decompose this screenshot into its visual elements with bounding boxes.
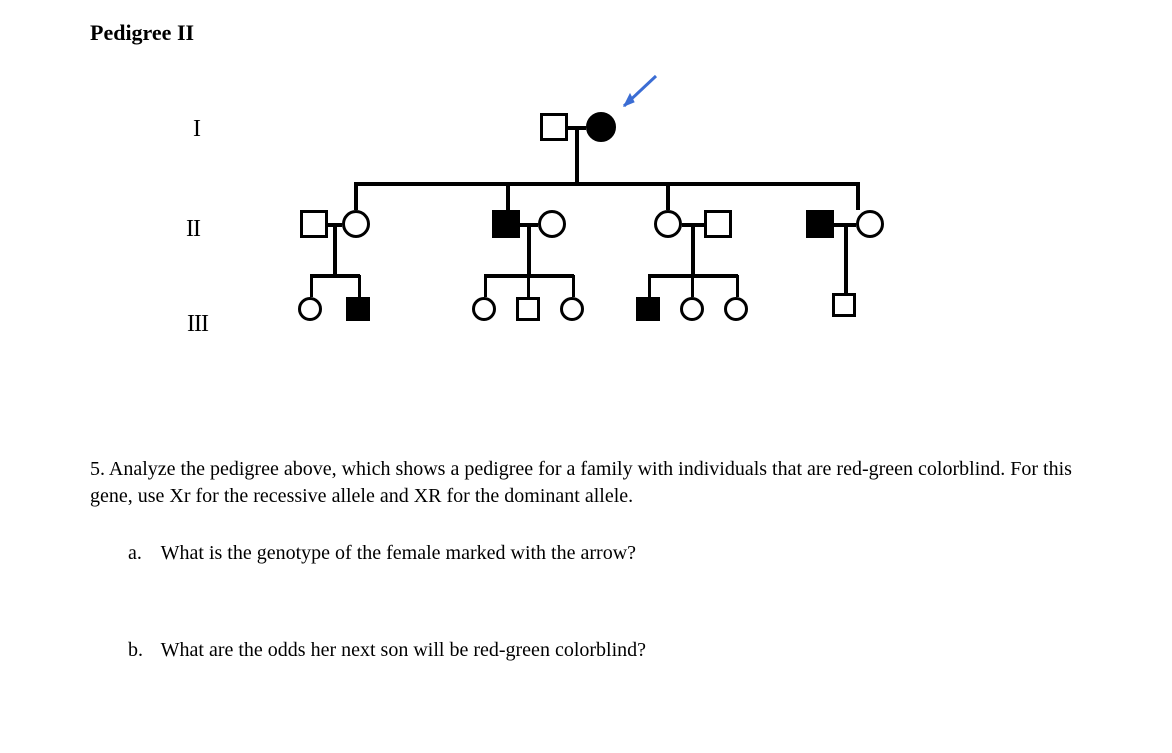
pedigree-female-unaffected xyxy=(472,297,496,321)
sub-b-letter: b. xyxy=(128,637,156,664)
sub-a-text: What is the genotype of the female marke… xyxy=(161,542,636,564)
pedigree-male-unaffected xyxy=(300,210,328,238)
sub-b-text: What are the odds her next son will be r… xyxy=(161,639,646,661)
pedigree-female-unaffected xyxy=(342,210,370,238)
pedigree-male-unaffected xyxy=(540,113,568,141)
generation-label-2: II xyxy=(170,216,200,243)
pedigree-male-unaffected xyxy=(516,297,540,321)
sub-a-letter: a. xyxy=(128,540,156,567)
pedigree-connector xyxy=(844,227,848,293)
document-page: Pedigree II I II III xyxy=(0,0,1172,753)
pedigree-connector xyxy=(354,183,358,210)
pedigree-connector xyxy=(506,183,510,210)
pedigree-connector xyxy=(648,275,651,297)
pedigree-female-unaffected xyxy=(680,297,704,321)
pedigree-female-unaffected xyxy=(560,297,584,321)
pedigree-female-unaffected xyxy=(538,210,566,238)
pedigree-title: Pedigree II xyxy=(90,20,1132,46)
sub-questions: a. What is the genotype of the female ma… xyxy=(128,540,1090,664)
pedigree-female-unaffected xyxy=(856,210,884,238)
pedigree-connector xyxy=(310,275,313,297)
pedigree-connector xyxy=(484,275,487,297)
pedigree-male-affected xyxy=(636,297,660,321)
pedigree-connector xyxy=(354,182,860,186)
pedigree-connector xyxy=(666,183,670,210)
pedigree-connector xyxy=(572,275,575,297)
pedigree-connector xyxy=(575,130,579,182)
sub-question-a: a. What is the genotype of the female ma… xyxy=(128,540,1090,567)
pedigree-male-affected xyxy=(806,210,834,238)
pedigree-female-unaffected xyxy=(654,210,682,238)
pedigree-connector xyxy=(310,274,360,278)
question-block: 5. Analyze the pedigree above, which sho… xyxy=(90,456,1090,664)
question-text: Analyze the pedigree above, which shows … xyxy=(90,458,1072,507)
pedigree-male-affected xyxy=(492,210,520,238)
sub-question-b: b. What are the odds her next son will b… xyxy=(128,637,1090,664)
proband-arrow-icon xyxy=(610,70,670,120)
pedigree-diagram: I II III xyxy=(170,76,1070,406)
pedigree-connector xyxy=(736,275,739,297)
pedigree-connector xyxy=(691,275,694,297)
pedigree-female-unaffected xyxy=(724,297,748,321)
pedigree-connector xyxy=(527,275,530,297)
question-number: 5. xyxy=(90,458,105,480)
pedigree-male-unaffected xyxy=(832,293,856,317)
pedigree-connector xyxy=(527,227,531,275)
pedigree-connector xyxy=(856,183,860,210)
pedigree-connector xyxy=(691,227,695,275)
pedigree-male-unaffected xyxy=(704,210,732,238)
pedigree-male-affected xyxy=(346,297,370,321)
pedigree-connector xyxy=(358,275,361,297)
pedigree-connector xyxy=(333,227,337,275)
generation-label-1: I xyxy=(170,116,200,143)
pedigree-female-unaffected xyxy=(298,297,322,321)
generation-label-3: III xyxy=(178,311,208,338)
